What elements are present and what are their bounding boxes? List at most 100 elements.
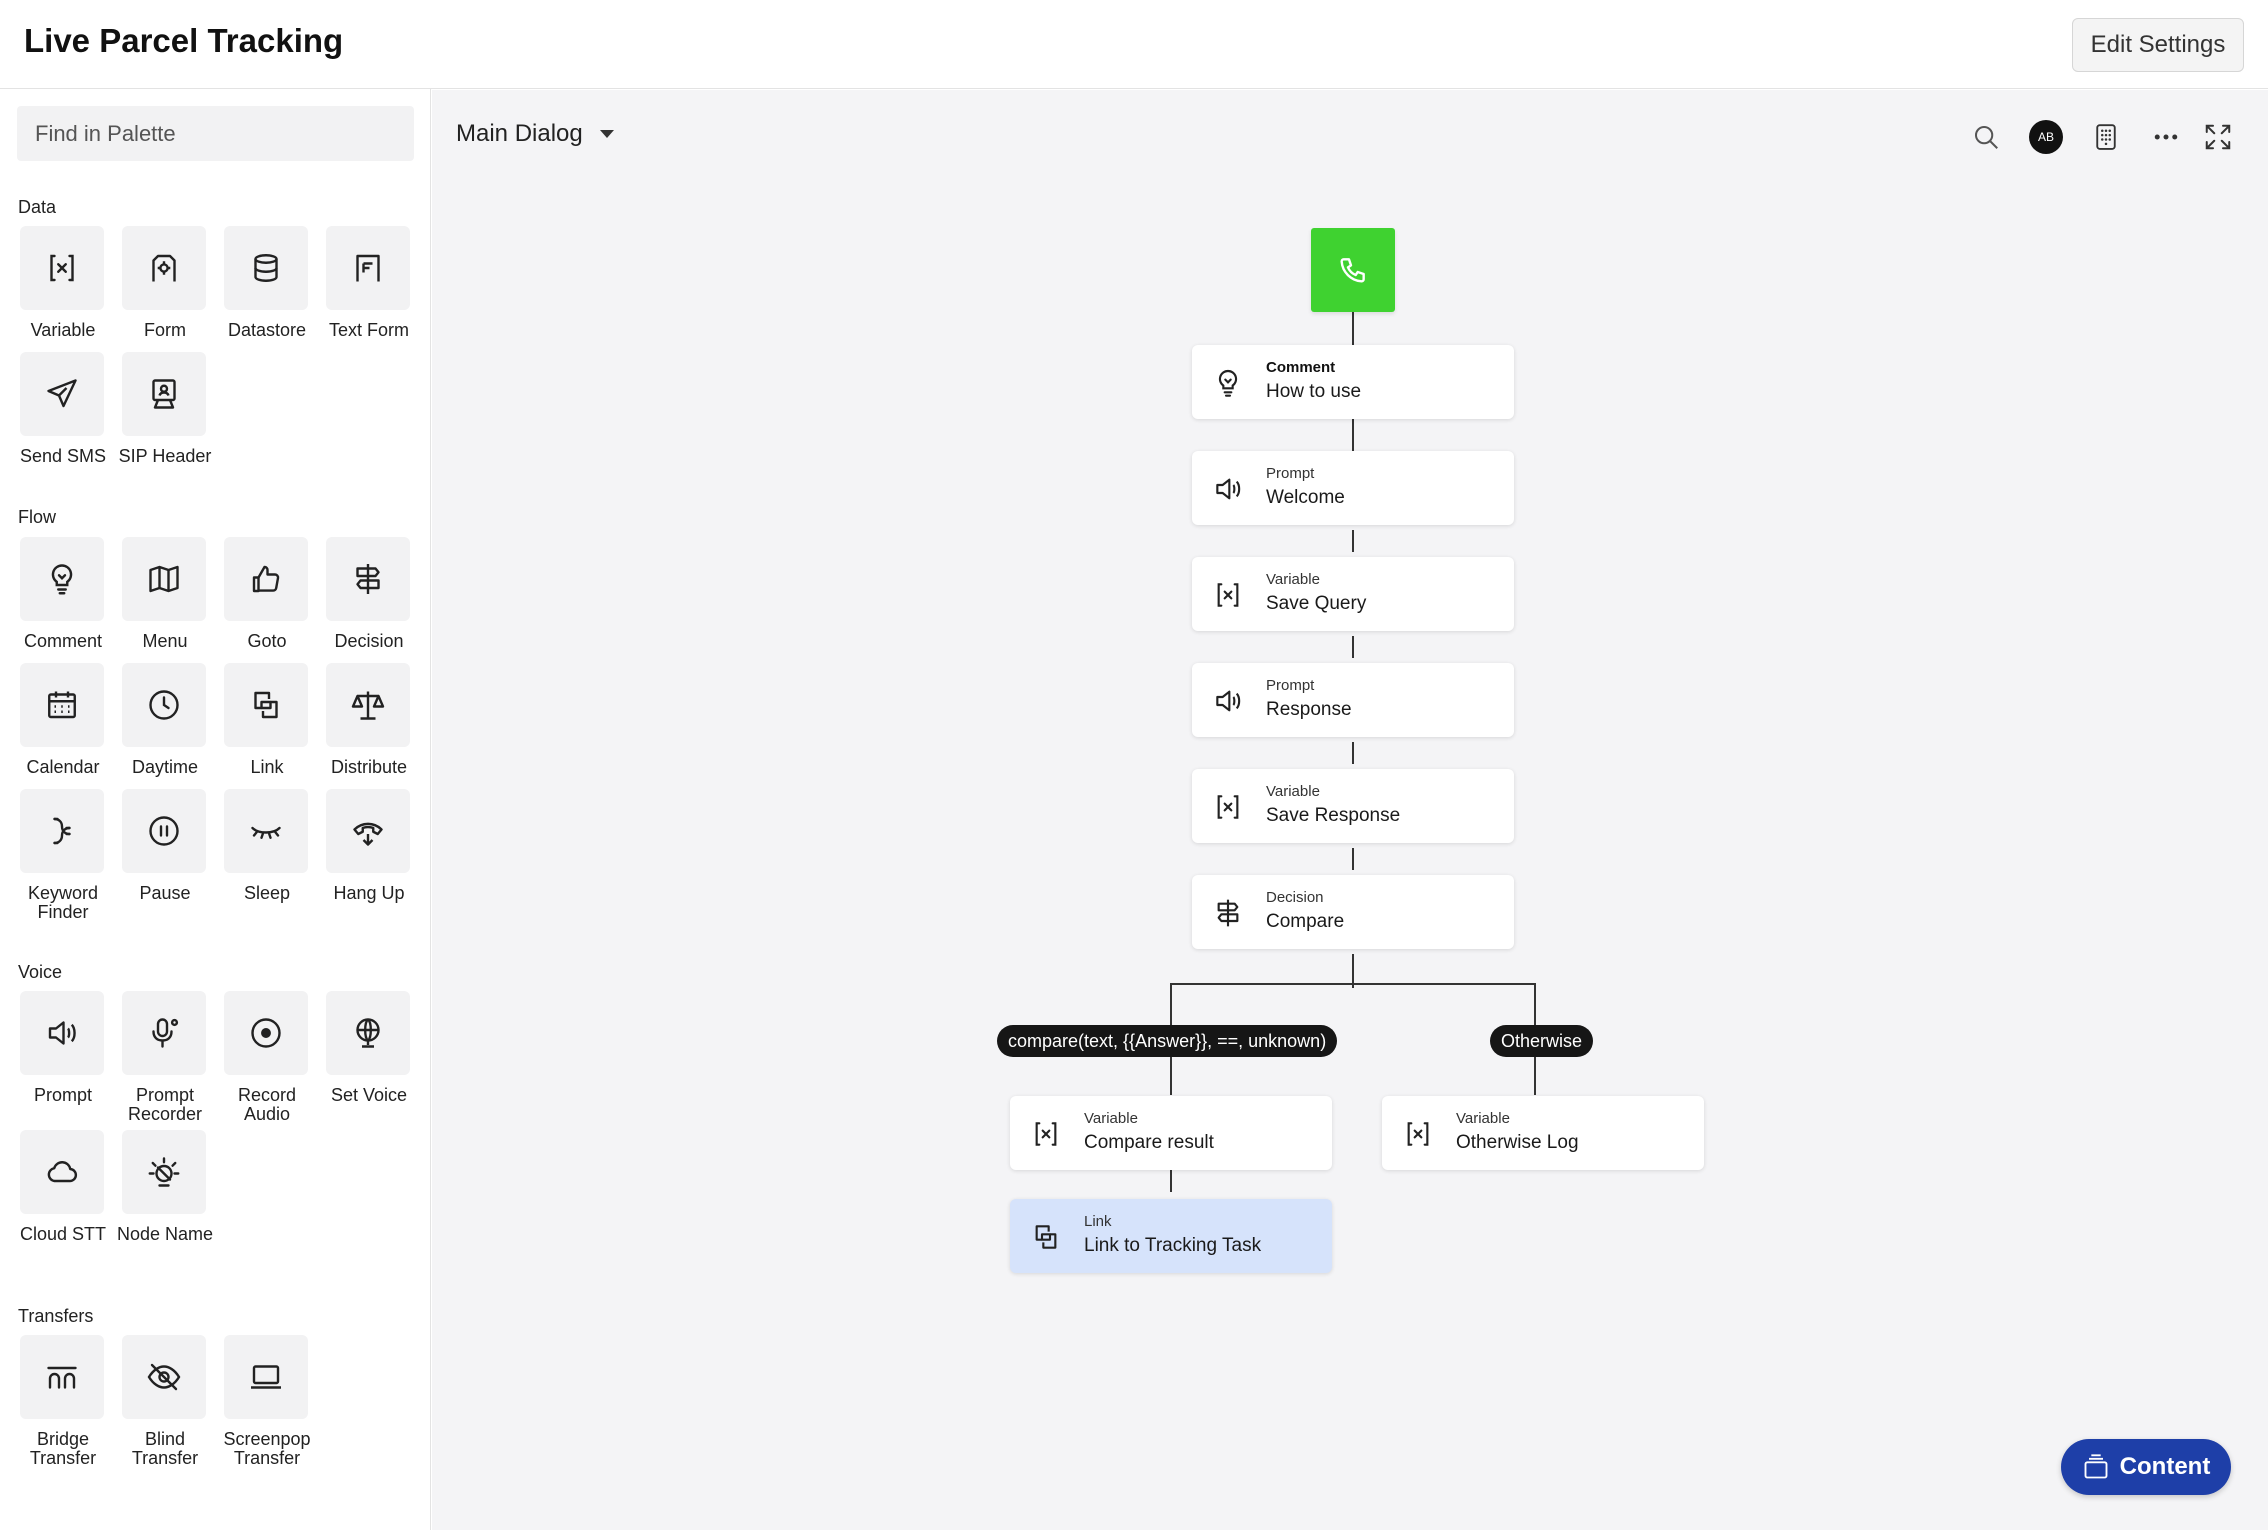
flow-node-variable[interactable]: Variable Compare result <box>1010 1096 1332 1170</box>
expand-icon <box>2205 124 2231 150</box>
palette-item-pause[interactable] <box>122 789 206 873</box>
palette-item-distribute[interactable] <box>326 663 410 747</box>
palette-item-text-form[interactable] <box>326 226 410 310</box>
connector-line <box>1352 848 1354 870</box>
palette-item-keyword-finder[interactable] <box>20 789 104 873</box>
sip-header-icon <box>146 376 182 412</box>
palette-search-input[interactable] <box>17 106 414 161</box>
palette-sidebar: Data Variable Form Datastore Text Form S… <box>0 89 431 1530</box>
palette-item-label: Prompt <box>33 1085 93 1105</box>
flow-node-decision[interactable]: Decision Compare <box>1192 875 1514 949</box>
scales-icon <box>350 687 386 723</box>
flow-node-variable[interactable]: Variable Save Response <box>1192 769 1514 843</box>
edit-settings-button[interactable]: Edit Settings <box>2072 18 2244 72</box>
globe-icon <box>350 1015 386 1051</box>
bridge-icon <box>44 1359 80 1395</box>
palette-item-link[interactable] <box>224 663 308 747</box>
palette-item-goto[interactable] <box>224 537 308 621</box>
palette-item-label: Sleep <box>243 883 291 903</box>
palette-item-sleep[interactable] <box>224 789 308 873</box>
flow-node-link[interactable]: Link Link to Tracking Task <box>1010 1199 1332 1273</box>
section-title-voice: Voice <box>18 962 63 982</box>
palette-item-datastore[interactable] <box>224 226 308 310</box>
palette-item-label: Distribute <box>330 757 408 777</box>
node-name: Response <box>1266 699 1352 720</box>
flow-node-variable[interactable]: Variable Otherwise Log <box>1382 1096 1704 1170</box>
flow-node-comment[interactable]: Comment How to use <box>1192 345 1514 419</box>
palette-item-label: Pause <box>139 883 191 903</box>
palette-item-variable[interactable] <box>20 226 104 310</box>
branch-condition-label[interactable]: compare(text, {{Answer}}, ==, unknown) <box>997 1025 1338 1057</box>
more-options-button[interactable] <box>2144 115 2188 159</box>
fullscreen-button[interactable] <box>2196 115 2240 159</box>
clock-icon <box>146 687 182 723</box>
node-type: Variable <box>1456 1110 1510 1127</box>
dialog-selector[interactable]: Main Dialog <box>456 120 615 148</box>
flow-node-prompt[interactable]: Prompt Response <box>1192 663 1514 737</box>
speaker-icon <box>44 1015 80 1051</box>
variable-icon <box>1212 579 1244 611</box>
phone-icon <box>1337 254 1369 286</box>
palette-item-label: Decision <box>334 631 404 651</box>
flow-node-prompt[interactable]: Prompt Welcome <box>1192 451 1514 525</box>
palette-item-menu[interactable] <box>122 537 206 621</box>
text-form-icon <box>350 250 386 286</box>
flow-canvas[interactable]: Main Dialog AB Comment How to use Prompt… <box>432 90 2268 1530</box>
palette-item-calendar[interactable] <box>20 663 104 747</box>
sleep-icon <box>248 813 284 849</box>
start-node[interactable] <box>1311 228 1395 312</box>
palette-item-label: Record Audio <box>237 1085 297 1124</box>
content-button[interactable]: Content <box>2061 1439 2231 1495</box>
palette-item-bridge-transfer[interactable] <box>20 1335 104 1419</box>
pause-icon <box>146 813 182 849</box>
flow-node-variable[interactable]: Variable Save Query <box>1192 557 1514 631</box>
node-type: Variable <box>1084 1110 1138 1127</box>
palette-item-daytime[interactable] <box>122 663 206 747</box>
form-icon <box>146 250 182 286</box>
lightbulb-icon <box>44 561 80 597</box>
node-type: Decision <box>1266 889 1324 906</box>
search-button[interactable] <box>1964 115 2008 159</box>
map-icon <box>146 561 182 597</box>
dialpad-button[interactable] <box>2084 115 2128 159</box>
speaker-icon <box>1212 473 1244 505</box>
palette-item-blind-transfer[interactable] <box>122 1335 206 1419</box>
palette-item-label: Keyword Finder <box>27 883 99 922</box>
speaker-icon <box>1212 685 1244 717</box>
palette-item-label: Hang Up <box>333 883 405 903</box>
palette-item-comment[interactable] <box>20 537 104 621</box>
keyword-icon <box>44 813 80 849</box>
node-name: Link to Tracking Task <box>1084 1235 1262 1256</box>
datastore-icon <box>248 250 284 286</box>
palette-item-node-name[interactable] <box>122 1130 206 1214</box>
palette-item-form[interactable] <box>122 226 206 310</box>
section-title-data: Data <box>18 197 57 217</box>
palette-item-set-voice[interactable] <box>326 991 410 1075</box>
branch-otherwise-label[interactable]: Otherwise <box>1490 1025 1594 1057</box>
palette-item-hang-up[interactable] <box>326 789 410 873</box>
palette-item-record-audio[interactable] <box>224 991 308 1075</box>
node-name: Save Response <box>1266 805 1401 826</box>
palette-item-label: Prompt Recorder <box>127 1085 203 1124</box>
send-sms-icon <box>44 376 80 412</box>
palette-item-label: Daytime <box>131 757 198 777</box>
palette-item-sip-header[interactable] <box>122 352 206 436</box>
palette-item-decision[interactable] <box>326 537 410 621</box>
palette-item-label: SIP Header <box>118 446 212 466</box>
more-horizontal-icon <box>2154 134 2178 140</box>
node-type: Variable <box>1266 783 1320 800</box>
app-header: Live Parcel Tracking Edit Settings <box>0 0 2268 89</box>
connector-line <box>1170 1168 1172 1192</box>
palette-item-label: Send SMS <box>19 446 107 466</box>
palette-item-label: Blind Transfer <box>131 1429 199 1468</box>
palette-item-send-sms[interactable] <box>20 352 104 436</box>
palette-item-screenpop-transfer[interactable] <box>224 1335 308 1419</box>
link-icon <box>1030 1221 1062 1253</box>
palette-item-cloud-stt[interactable] <box>20 1130 104 1214</box>
palette-item-prompt[interactable] <box>20 991 104 1075</box>
palette-item-label: Bridge Transfer <box>29 1429 97 1468</box>
avatar-button[interactable]: AB <box>2024 115 2068 159</box>
hang-up-icon <box>350 813 386 849</box>
palette-item-label: Variable <box>30 320 96 340</box>
palette-item-prompt-recorder[interactable] <box>122 991 206 1075</box>
